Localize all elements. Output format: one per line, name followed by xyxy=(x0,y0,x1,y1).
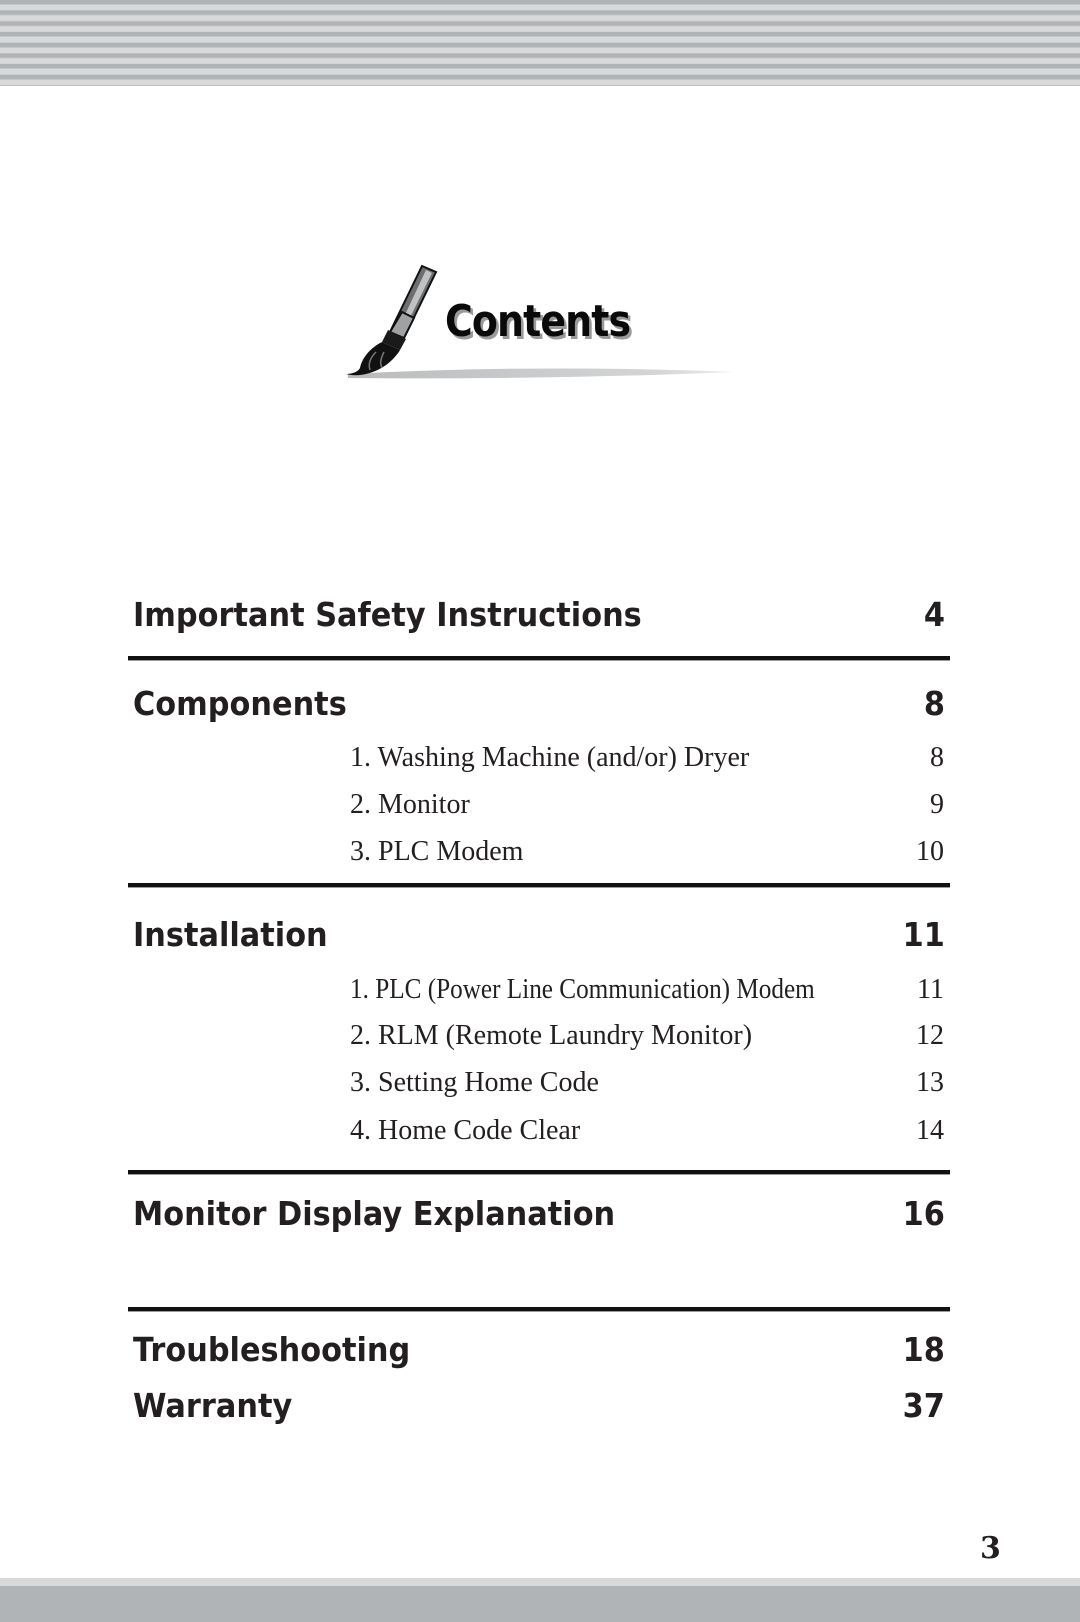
item-page: 11 xyxy=(917,974,944,1005)
footer-band-light xyxy=(0,1578,1080,1586)
section-title[interactable]: Important Safety Instructions xyxy=(133,598,642,631)
item-page: 14 xyxy=(916,1115,944,1146)
section-page: 18 xyxy=(902,1330,945,1369)
section-page: 11 xyxy=(902,915,945,954)
item-label[interactable]: 1. Washing Machine (and/or) Dryer xyxy=(350,744,749,772)
item-label[interactable]: 4. Home Code Clear xyxy=(350,1117,580,1145)
item-page: 8 xyxy=(930,742,944,773)
item-page: 9 xyxy=(930,789,944,820)
section-title[interactable]: Monitor Display Explanation xyxy=(133,1197,615,1230)
page-number: 3 xyxy=(980,1531,1001,1566)
section-page: 16 xyxy=(902,1194,945,1233)
contents-logo: Contents xyxy=(340,260,740,385)
item-page: 10 xyxy=(916,836,944,867)
section-page: 4 xyxy=(923,595,945,634)
section-divider xyxy=(128,1307,950,1311)
section-page: 8 xyxy=(923,684,945,723)
item-label[interactable]: 1. PLC (Power Line Communication) Modem xyxy=(350,976,815,1004)
header-stripe-band xyxy=(0,0,1080,86)
contents-title: Contents xyxy=(445,296,631,347)
item-page: 12 xyxy=(916,1020,944,1051)
item-label[interactable]: 2. RLM (Remote Laundry Monitor) xyxy=(350,1022,752,1050)
item-label[interactable]: 2. Monitor xyxy=(350,791,470,819)
section-title[interactable]: Components xyxy=(133,687,347,720)
section-title[interactable]: Warranty xyxy=(133,1389,292,1422)
section-title[interactable]: Installation xyxy=(133,918,328,951)
footer-band xyxy=(0,1586,1080,1622)
item-page: 13 xyxy=(916,1067,944,1098)
section-page: 37 xyxy=(902,1386,945,1425)
item-label[interactable]: 3. PLC Modem xyxy=(350,838,523,866)
section-divider xyxy=(128,1170,950,1174)
section-divider xyxy=(128,883,950,887)
section-title[interactable]: Troubleshooting xyxy=(133,1333,410,1366)
section-divider xyxy=(128,656,950,660)
item-label[interactable]: 3. Setting Home Code xyxy=(350,1069,599,1097)
